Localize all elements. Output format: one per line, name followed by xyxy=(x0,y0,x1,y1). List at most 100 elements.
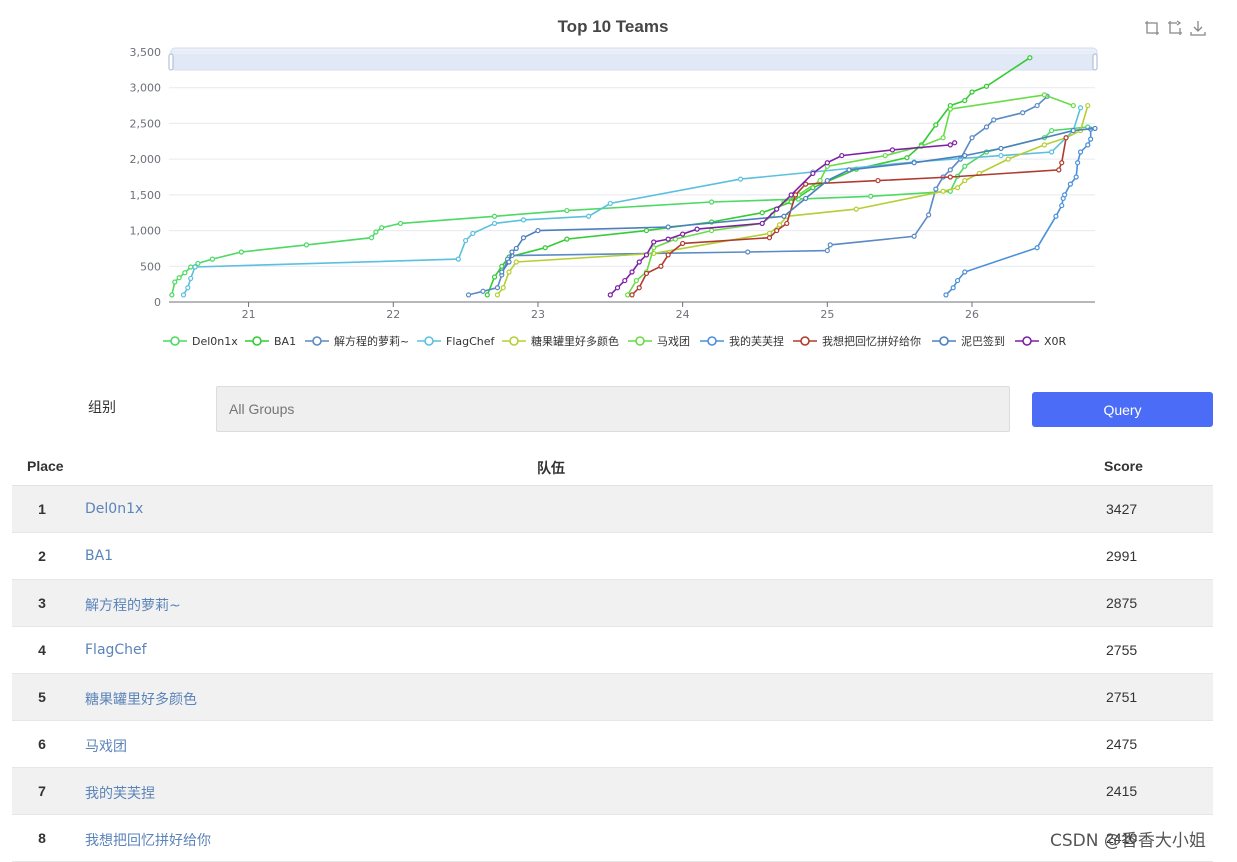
place-cell: 4 xyxy=(38,642,46,658)
data-point xyxy=(817,177,823,184)
team-link[interactable]: 马戏团 xyxy=(85,736,127,756)
data-point xyxy=(506,259,512,265)
data-point xyxy=(810,170,816,177)
legend-label: 马戏团 xyxy=(657,335,690,348)
data-point xyxy=(1059,160,1065,166)
download-icon[interactable] xyxy=(1190,20,1206,36)
score-cell: 2415 xyxy=(1106,783,1138,799)
legend-item[interactable]: 解方程的萝莉~ xyxy=(305,334,409,348)
legend-item[interactable]: Del0n1x xyxy=(163,335,238,348)
data-point xyxy=(1073,174,1079,180)
zoom-handle-right[interactable] xyxy=(1092,53,1098,71)
team-link[interactable]: 我的芙芙捏 xyxy=(85,783,155,803)
zoom-handle-left[interactable] xyxy=(168,53,174,71)
data-point xyxy=(853,206,859,212)
data-point xyxy=(774,227,780,234)
data-point xyxy=(520,235,527,241)
legend-marker xyxy=(424,336,434,346)
data-point xyxy=(368,235,375,241)
group-select[interactable] xyxy=(216,386,1010,432)
data-point xyxy=(665,252,671,258)
data-point xyxy=(1041,92,1047,98)
legend-item[interactable]: 糖果罐里好多颜色 xyxy=(502,334,619,348)
team-link[interactable]: BA1 xyxy=(85,548,113,564)
data-point xyxy=(781,213,787,219)
x-axis: 21 22 23 24 25 26 xyxy=(242,302,979,321)
data-point xyxy=(792,192,799,198)
data-point xyxy=(1034,102,1040,109)
data-point xyxy=(535,227,541,234)
team-link[interactable]: FlagChef xyxy=(85,642,147,658)
data-point xyxy=(176,275,182,281)
data-point xyxy=(1075,160,1081,166)
data-point xyxy=(1041,142,1047,148)
series-line xyxy=(468,95,1048,296)
series-lines xyxy=(169,55,1098,298)
data-point xyxy=(940,135,946,141)
data-point xyxy=(889,147,896,153)
data-point xyxy=(636,259,642,265)
chart-legend[interactable]: Del0n1x BA1 解方程的萝莉~ FlagChef 糖果罐里好多颜色 马戏团 我的芙芙… xyxy=(163,334,1067,348)
legend-item[interactable]: 马戏团 xyxy=(628,335,690,348)
data-point xyxy=(933,186,939,192)
legend-marker xyxy=(707,336,717,346)
data-point xyxy=(494,285,501,291)
data-point xyxy=(614,285,621,291)
data-point xyxy=(943,292,949,298)
data-point xyxy=(480,288,486,294)
data-point xyxy=(926,212,932,218)
data-point xyxy=(1077,149,1084,155)
legend-marker xyxy=(509,336,519,346)
legend-marker xyxy=(800,336,810,346)
data-point xyxy=(195,260,201,267)
score-cell: 2991 xyxy=(1106,548,1138,564)
data-point xyxy=(962,269,968,275)
data-point xyxy=(542,245,548,251)
legend-item[interactable]: 我想把回忆拼好给你 xyxy=(793,334,921,348)
query-button[interactable]: Query xyxy=(1032,392,1213,427)
legend-label: 解方程的萝莉~ xyxy=(334,334,409,348)
table-row: 2 BA1 2991 xyxy=(12,533,1213,580)
data-point xyxy=(911,233,917,239)
data-zoom-slider[interactable] xyxy=(168,47,1098,71)
data-point xyxy=(1048,149,1055,155)
team-link[interactable]: 糖果罐里好多颜色 xyxy=(85,689,197,709)
data-point xyxy=(766,235,773,241)
watermark: CSDN @香香大小姐 xyxy=(1050,831,1206,851)
data-point xyxy=(658,263,664,269)
data-point xyxy=(182,270,188,276)
team-link[interactable]: 解方程的萝莉~ xyxy=(85,595,181,615)
legend-item[interactable]: FlagChef xyxy=(417,335,496,348)
data-point xyxy=(1085,142,1091,148)
legend-item[interactable]: 我的芙芙捏 xyxy=(700,334,784,348)
y-tick-label: 500 xyxy=(140,260,161,273)
legend-item[interactable]: X0R xyxy=(1015,335,1067,348)
data-point xyxy=(694,226,700,232)
legend-label: BA1 xyxy=(274,335,296,348)
team-link[interactable]: Del0n1x xyxy=(85,501,143,517)
legend-item[interactable]: 泥巴签到 xyxy=(932,334,1005,348)
data-point xyxy=(209,256,216,262)
legend-item[interactable]: BA1 xyxy=(245,335,296,348)
data-point xyxy=(455,256,461,262)
data-point xyxy=(1085,102,1091,109)
data-point xyxy=(954,185,961,191)
legend-label: 我想把回忆拼好给你 xyxy=(822,334,921,348)
team-link[interactable]: 我想把回忆拼好给你 xyxy=(85,830,211,850)
zoom-icon[interactable] xyxy=(1144,20,1160,36)
place-cell: 2 xyxy=(38,548,46,564)
data-point xyxy=(188,275,194,282)
data-point xyxy=(1088,136,1094,142)
data-point xyxy=(1077,105,1084,111)
y-tick-label: 1,000 xyxy=(130,225,162,238)
data-point xyxy=(1048,127,1055,134)
place-cell: 5 xyxy=(38,689,46,705)
data-point xyxy=(1056,167,1062,173)
zoom-reset-icon[interactable] xyxy=(1167,20,1183,36)
data-point xyxy=(1062,192,1068,198)
data-point xyxy=(491,213,498,219)
data-point xyxy=(1005,156,1011,162)
data-point xyxy=(766,230,773,237)
data-point xyxy=(564,207,570,214)
data-point xyxy=(1067,181,1074,187)
